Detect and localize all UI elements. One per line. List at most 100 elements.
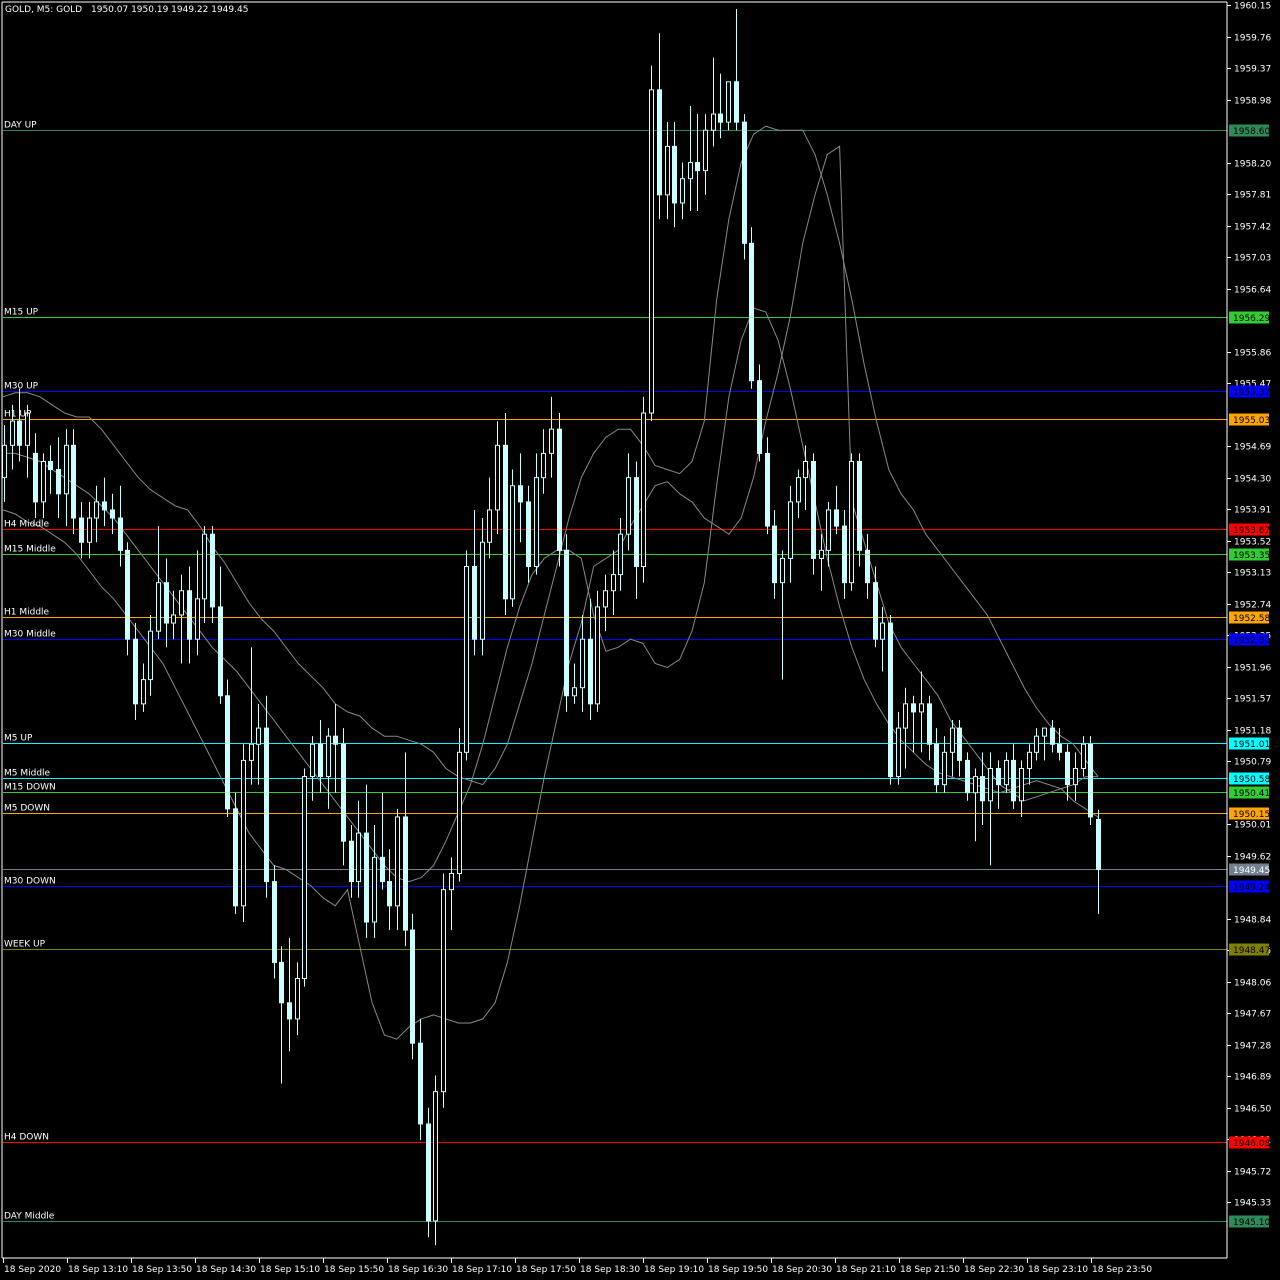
level-name: M15 Middle [4, 545, 56, 555]
level-name: M15 DOWN [4, 783, 56, 793]
price-tick-label: 1951.18 [1234, 727, 1271, 737]
candle-body [649, 89, 654, 414]
candle-body [765, 452, 770, 527]
candle-body [695, 162, 700, 172]
candle-body [564, 549, 569, 697]
candle-body [588, 638, 593, 705]
candle-body [156, 582, 161, 632]
time-tick-label: 18 Sep 17:50 [516, 1265, 576, 1275]
time-tick-label: 18 Sep 16:30 [388, 1265, 448, 1275]
candle-body [518, 485, 523, 503]
candle-body [179, 590, 184, 616]
candle-body [349, 840, 354, 883]
candle-body [187, 590, 192, 640]
candle-body [749, 242, 754, 382]
level-name: M5 Middle [4, 769, 51, 779]
candle-body [202, 533, 207, 600]
candle-body [703, 129, 708, 172]
candle-body [526, 501, 531, 568]
candle-body [41, 460, 46, 503]
candle-body [680, 178, 685, 204]
level-name: DAY UP [4, 121, 37, 131]
candle-body [1073, 767, 1078, 786]
candle-body [195, 598, 200, 640]
candle-body [102, 501, 107, 511]
time-tick-label: 18 Sep 14:30 [196, 1265, 256, 1275]
candle-body [1034, 735, 1039, 753]
price-tick-label: 1953.91 [1234, 506, 1271, 516]
chart-title: GOLD, M5: GOLD 1950.07 1950.19 1949.22 1… [5, 5, 248, 15]
price-tick-label: 1958.98 [1234, 97, 1271, 107]
candle-body [449, 873, 454, 891]
candle-body [549, 428, 554, 454]
level-price-label: 1955.37 [1233, 388, 1270, 398]
chart-window[interactable]: 1960.15 1959.76 1959.37 1958.98 1958.20 1957.… [0, 0, 1280, 1280]
candle-body [310, 743, 315, 778]
candle-body [942, 751, 947, 786]
candle-body [210, 533, 215, 608]
price-tick-label: 1948.84 [1234, 916, 1271, 926]
candle-body [611, 574, 616, 592]
price-tick-label: 1957.81 [1234, 191, 1271, 201]
candle-body [118, 517, 123, 551]
candle-body [441, 889, 446, 1093]
candle-body [911, 703, 916, 713]
candle-body [372, 856, 377, 923]
candle-body [957, 727, 962, 761]
candle-body [873, 582, 878, 640]
level-price-label: 1952.30 [1233, 636, 1270, 646]
level-name: M30 UP [4, 382, 39, 392]
price-tick-label: 1951.57 [1234, 695, 1271, 705]
time-tick-label: 18 Sep 19:50 [708, 1265, 768, 1275]
candle-body [557, 428, 562, 551]
candle-body [64, 444, 69, 495]
level-name: DAY Middle [4, 1212, 55, 1222]
candle-body [233, 808, 238, 907]
time-tick-label: 18 Sep 15:50 [324, 1265, 384, 1275]
price-tick-label: 1954.69 [1234, 443, 1271, 453]
candle-body [826, 509, 831, 551]
time-tick-label: 18 Sep 19:10 [644, 1265, 704, 1275]
candle-body [896, 727, 901, 778]
candle-body [1057, 743, 1062, 753]
price-tick-label: 1955.86 [1234, 349, 1271, 359]
candle-body [10, 420, 15, 446]
candle-body [218, 606, 223, 697]
candle-body [772, 525, 777, 584]
candle-body [410, 929, 415, 1044]
candle-body [757, 380, 762, 454]
candle-body [2, 444, 7, 479]
candle-body [742, 121, 747, 244]
candle-body [595, 606, 600, 705]
candle-body [249, 743, 254, 761]
candle-body [171, 614, 176, 624]
symbol-timeframe: GOLD, M5: GOLD [5, 5, 82, 15]
candle-body [626, 477, 631, 535]
time-tick-label: 18 Sep 2020 [4, 1265, 61, 1275]
candle-body [364, 832, 369, 923]
time-tick-label: 18 Sep 23:50 [1092, 1265, 1152, 1275]
candle-body [1011, 759, 1016, 802]
price-chart[interactable]: 1960.15 1959.76 1959.37 1958.98 1958.20 1957.… [0, 0, 1280, 1280]
candle-body [326, 735, 331, 778]
candle-body [418, 1042, 423, 1125]
candle-body [541, 452, 546, 479]
candle-body [788, 501, 793, 559]
candle-body [133, 638, 138, 705]
time-tick-label: 18 Sep 15:10 [260, 1265, 320, 1275]
candle-body [973, 776, 978, 794]
level-price-label: 1952.58 [1233, 614, 1270, 624]
candle-body [148, 630, 153, 681]
candle-body [988, 767, 993, 802]
level-name: H1 Middle [4, 608, 50, 618]
level-price-label: 1950.15 [1233, 810, 1270, 820]
level-name: M5 DOWN [4, 804, 50, 814]
candle-body [888, 622, 893, 778]
candle-body [1065, 751, 1070, 786]
level-price-label: 1958.60 [1233, 127, 1270, 137]
candle-body [1050, 727, 1055, 745]
candle-body [387, 881, 392, 907]
candle-body [672, 145, 677, 204]
price-tick-label: 1950.79 [1234, 758, 1271, 768]
candle-body [734, 81, 739, 123]
